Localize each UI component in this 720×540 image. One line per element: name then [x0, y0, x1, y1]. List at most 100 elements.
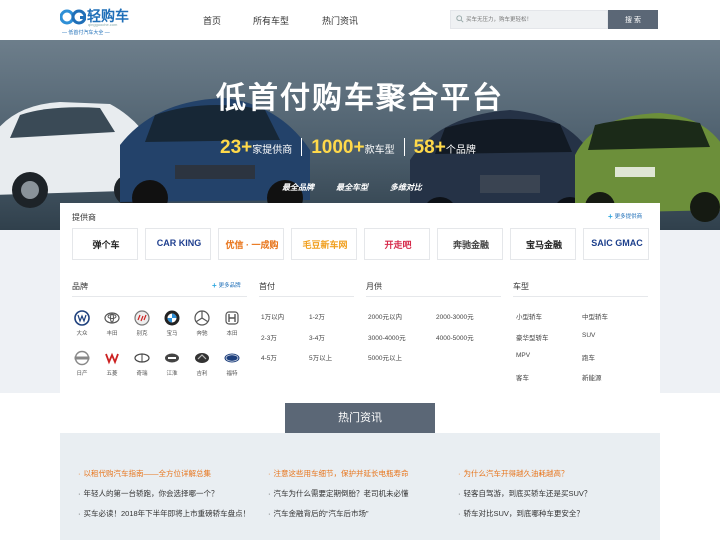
more-providers-link[interactable]: + 更多提供商	[608, 212, 642, 221]
provider-logo-mercedes-finance[interactable]: 奔驰金融	[437, 228, 503, 260]
nav-home[interactable]: 首页	[203, 14, 221, 27]
bullet-icon: ·	[268, 509, 271, 518]
provider-logo-kaizouba[interactable]: 开走吧	[364, 228, 430, 260]
brand-nissan[interactable]: 日产	[67, 350, 97, 377]
brand-jac[interactable]: 江淮	[157, 350, 187, 377]
downpay-option[interactable]: 5万以上	[309, 352, 332, 362]
brand-volkswagen[interactable]: 大众	[67, 310, 97, 337]
news-title: 汽车为什么需要定期倒胎？老司机未必懂	[273, 489, 409, 498]
banner-stats: 23+家提供商 1000+款车型 58+个品牌	[220, 137, 476, 163]
news-link[interactable]: · 轻客自驾游，到底买轿车还是买SUV？	[458, 488, 591, 499]
bullet-icon: ·	[458, 509, 461, 518]
chery-logo-icon	[134, 353, 150, 363]
nav-hot-news[interactable]: 热门资讯	[322, 14, 358, 27]
bullet-icon: ·	[78, 489, 81, 498]
cartype-option[interactable]: MPV	[516, 352, 530, 359]
monthly-option[interactable]: 4000-5000元	[436, 332, 474, 342]
search-input[interactable]	[466, 13, 606, 26]
cartype-option[interactable]: 小型轿车	[516, 311, 542, 321]
cartype-option[interactable]: 客车	[516, 372, 529, 382]
provider-name: 毛豆新车网	[302, 240, 348, 250]
monthly-option[interactable]: 2000-3000元	[436, 311, 474, 321]
cartype-option[interactable]: 新能源	[582, 372, 602, 382]
brand-label: 本田	[226, 331, 238, 337]
news-link[interactable]: · 买车必读！2018年下半年即将上市重磅轿车盘点！	[78, 508, 250, 519]
banner-tag: 最全品牌	[282, 183, 314, 192]
provider-logo-saic-gmac[interactable]: SAIC GMAC	[583, 228, 649, 260]
top-bar: 轻购车 qingguoche.com — 低首付汽车大全 — 首页 所有车型 热…	[0, 0, 720, 40]
brand-buick[interactable]: 别克	[127, 310, 157, 337]
news-link[interactable]: · 年轻人的第一台轿跑，你会选择哪一个？	[78, 488, 219, 499]
brand-geely[interactable]: 吉利	[187, 350, 217, 377]
brand-label: 奔驰	[196, 331, 208, 337]
more-providers-label: 更多提供商	[614, 214, 643, 220]
divider	[513, 296, 648, 297]
brand-label: 福特	[226, 371, 238, 377]
stat-divider	[301, 138, 303, 156]
brand-label: 大众	[76, 331, 88, 337]
hot-news-section: 热门资讯 · 以租代购汽车指南——全方位详解总集 · 年轻人的第一台轿跑，你会选择哪…	[0, 393, 720, 540]
search-box	[450, 10, 608, 29]
brand-chery[interactable]: 奇瑞	[127, 350, 157, 377]
brand-wuling[interactable]: 五菱	[97, 350, 127, 377]
downpay-option[interactable]: 4-5万	[261, 352, 277, 362]
monthly-option[interactable]: 5000元以上	[368, 352, 402, 362]
brand-ford[interactable]: 福特	[217, 350, 247, 377]
volkswagen-logo-icon	[74, 310, 90, 326]
news-title: 注意这些用车细节，保护并延长电瓶寿命	[273, 469, 409, 478]
brand-toyota[interactable]: 丰田	[97, 310, 127, 337]
provider-logo-carking[interactable]: CAR KING	[145, 228, 211, 260]
nissan-logo-icon	[74, 350, 90, 366]
divider	[366, 296, 501, 297]
provider-logo-tangeche[interactable]: 弹个车	[72, 228, 138, 260]
brand-honda[interactable]: 本田	[217, 310, 247, 337]
downpay-option[interactable]: 1-2万	[309, 311, 325, 321]
more-brands-link[interactable]: + 更多品牌	[212, 281, 241, 290]
monthly-option[interactable]: 3000-4000元	[368, 332, 406, 342]
brand-label: 日产	[76, 371, 88, 377]
hero-banner[interactable]: 低首付购车聚合平台 23+家提供商 1000+款车型 58+个品牌 最全品牌 最全车…	[0, 40, 720, 230]
news-title: 为什么汽车开得越久油耗越高？	[463, 469, 569, 478]
downpay-option[interactable]: 2-3万	[261, 332, 277, 342]
news-title: 轻客自驾游，到底买轿车还是买SUV？	[463, 489, 592, 498]
brand-label: 吉利	[196, 371, 208, 377]
provider-logo-maodou[interactable]: 毛豆新车网	[291, 228, 357, 260]
cartype-option[interactable]: SUV	[582, 332, 595, 339]
nav-all-models[interactable]: 所有车型	[253, 14, 289, 27]
provider-name: 优信 · 一成购	[225, 240, 279, 250]
bmw-logo-icon	[164, 310, 180, 326]
stat-brands-number: 58+	[413, 137, 446, 158]
monthly-option[interactable]: 2000元以内	[368, 311, 402, 321]
news-link[interactable]: · 汽车为什么需要定期倒胎？老司机未必懂	[268, 488, 409, 499]
toyota-logo-icon	[104, 312, 120, 324]
downpay-option[interactable]: 1万以内	[261, 311, 284, 321]
downpay-option[interactable]: 3-4万	[309, 332, 325, 342]
brand-label: 江淮	[166, 371, 178, 377]
cartype-option[interactable]: 中型轿车	[582, 311, 608, 321]
provider-logo-bmw-finance[interactable]: 宝马金融	[510, 228, 576, 260]
buick-logo-icon	[134, 310, 150, 326]
search-button[interactable]: 搜 索	[608, 10, 658, 29]
bullet-icon: ·	[268, 489, 271, 498]
cartype-option[interactable]: 豪华型轿车	[516, 332, 549, 342]
site-logo[interactable]: 轻购车 qingguoche.com — 低首付汽车大全 —	[60, 4, 130, 36]
plus-icon: +	[608, 212, 613, 221]
provider-name: 奔驰金融	[452, 240, 489, 250]
hot-news-title[interactable]: 热门资讯	[285, 403, 435, 433]
news-link[interactable]: · 汽车金融背后的“汽车后市场”	[268, 508, 369, 519]
brand-bmw[interactable]: 宝马	[157, 310, 187, 337]
stat-providers-number: 23+	[220, 137, 253, 158]
bullet-icon: ·	[458, 489, 461, 498]
provider-logo-youxin[interactable]: 优信 · 一成购	[218, 228, 284, 260]
cartype-option[interactable]: 跑车	[582, 352, 595, 362]
brand-label: 奇瑞	[136, 371, 148, 377]
news-link[interactable]: · 以租代购汽车指南——全方位详解总集	[78, 468, 211, 479]
downpay-title: 首付	[259, 282, 275, 291]
news-link[interactable]: · 为什么汽车开得越久油耗越高？	[458, 468, 569, 479]
news-link[interactable]: · 注意这些用车细节，保护并延长电瓶寿命	[268, 468, 409, 479]
mercedes-logo-icon	[194, 310, 210, 326]
logo-url: qingguoche.com	[88, 22, 118, 27]
monthly-title: 月供	[366, 282, 382, 291]
brand-mercedes[interactable]: 奔驰	[187, 310, 217, 337]
news-link[interactable]: · 轿车对比SUV，到底哪种车更安全？	[458, 508, 584, 519]
